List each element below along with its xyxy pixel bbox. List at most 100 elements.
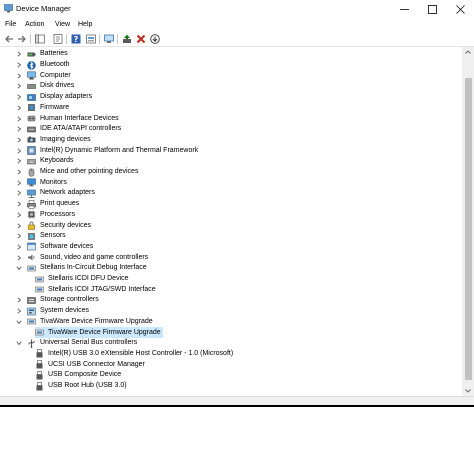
tree-category[interactable]: Storage controllers (15, 295, 101, 306)
tree-category[interactable]: Software devices (15, 242, 95, 253)
install-icon (149, 33, 160, 44)
chevron-right-icon[interactable] (15, 211, 22, 218)
close-button[interactable] (446, 0, 474, 18)
chevron-right-icon[interactable] (15, 62, 22, 69)
chevron-right-icon[interactable] (15, 136, 22, 143)
device-tree[interactable]: Batteries Bluetooth Computer Disk drives Dis… (0, 47, 462, 403)
properties-button[interactable] (52, 33, 63, 44)
tree-category[interactable]: Monitors (15, 177, 69, 188)
chevron-right-icon[interactable] (15, 179, 22, 186)
chevron-right-icon[interactable] (15, 104, 22, 111)
tree-category[interactable]: Computer (15, 70, 73, 81)
show-hide-icon (34, 34, 45, 43)
tree-category[interactable]: Sensors (15, 231, 68, 242)
maximize-icon (427, 4, 437, 14)
chevron-right-icon[interactable] (15, 243, 22, 250)
chevron-right-icon[interactable] (15, 169, 22, 176)
install-button[interactable] (149, 33, 160, 44)
chevron-right-icon[interactable] (15, 201, 22, 208)
chevron-right-icon[interactable] (15, 254, 22, 261)
chevron-right-icon[interactable] (15, 308, 22, 315)
mouse-icon (27, 168, 36, 177)
menu-action[interactable]: Action (25, 20, 44, 30)
sensor-icon (27, 232, 36, 241)
tree-category[interactable]: Sound, video and game controllers (15, 252, 150, 263)
tree-category[interactable]: Security devices (15, 220, 93, 231)
chevron-right-icon[interactable] (15, 51, 22, 58)
chevron-right-icon[interactable] (15, 83, 22, 90)
usb-connector-icon (35, 381, 44, 391)
tree-device[interactable]: Stellaris ICDI JTAG/SWD Interface (35, 284, 158, 295)
vertical-scrollbar[interactable] (462, 47, 474, 396)
maximize-button[interactable] (418, 0, 446, 18)
tree-item-label: Batteries (40, 50, 68, 58)
tree-category[interactable]: Display adapters (15, 92, 94, 103)
uninstall-button[interactable] (135, 33, 146, 44)
scroll-up-button[interactable] (462, 47, 474, 57)
tree-category[interactable]: TivaWare Device Firmware Upgrade (15, 317, 155, 328)
tree-device[interactable]: UCSI USB Connector Manager (35, 359, 147, 370)
tree-device[interactable]: USB Root Hub (USB 3.0) (35, 381, 129, 392)
title-bar[interactable]: Device Manager (0, 0, 474, 18)
properties-icon (53, 33, 62, 44)
menu-file[interactable]: File (5, 20, 16, 30)
tree-category[interactable]: Keyboards (15, 156, 75, 167)
back-button[interactable] (3, 33, 14, 44)
scroll-down-button[interactable] (462, 386, 474, 396)
menu-bar: File Action View Help (0, 19, 474, 31)
processor-icon (27, 210, 36, 219)
minimize-icon (399, 8, 409, 10)
chevron-right-icon[interactable] (15, 126, 22, 133)
help-button[interactable]: ? (70, 33, 81, 44)
tree-category[interactable]: Disk drives (15, 81, 76, 92)
tree-category[interactable]: Processors (15, 210, 77, 221)
scan-hardware-button[interactable] (103, 33, 114, 44)
tree-device[interactable]: USB Composite Device (35, 370, 123, 381)
minimize-button[interactable] (390, 0, 418, 18)
tree-category[interactable]: Stellaris In-Circuit Debug Interface (15, 263, 149, 274)
status-bar (0, 396, 474, 405)
chevron-right-icon[interactable] (15, 158, 22, 165)
chevron-right-icon[interactable] (15, 222, 22, 229)
chevron-right-icon[interactable] (15, 233, 22, 240)
close-icon (455, 4, 465, 14)
menu-view[interactable]: View (55, 20, 70, 30)
show-hide-button[interactable] (34, 33, 45, 44)
keyboard-icon (27, 157, 36, 166)
forward-button[interactable] (16, 33, 27, 44)
tree-category[interactable]: Imaging devices (15, 135, 93, 146)
tree-category[interactable]: Mice and other pointing devices (15, 167, 140, 178)
chevron-right-icon[interactable] (15, 72, 22, 79)
tree-category[interactable]: Universal Serial Bus controllers (15, 338, 139, 349)
tree-category[interactable]: Human Interface Devices (15, 113, 121, 124)
chevron-right-icon[interactable] (15, 190, 22, 197)
scrollbar-thumb[interactable] (465, 78, 472, 380)
tree-category[interactable]: System devices (15, 306, 91, 317)
tree-device[interactable]: Stellaris ICDI DFU Device (35, 274, 131, 285)
tree-category[interactable]: Firmware (15, 103, 71, 114)
tree-item-label: UCSI USB Connector Manager (48, 360, 145, 368)
chevron-right-icon[interactable] (15, 297, 22, 304)
tree-device[interactable]: TivaWare Device Firmware Upgrade (35, 327, 163, 338)
update-driver-button[interactable] (121, 33, 132, 44)
tree-item-label: TivaWare Device Firmware Upgrade (48, 328, 161, 336)
sound-icon (27, 253, 36, 262)
chevron-right-icon[interactable] (15, 94, 22, 101)
tree-item-label: Computer (40, 71, 71, 79)
chevron-down-icon[interactable] (15, 265, 22, 272)
tree-category[interactable]: IDE ATA/ATAPI controllers (15, 124, 123, 135)
chevron-down-icon[interactable] (15, 318, 22, 325)
menu-help[interactable]: Help (78, 20, 92, 30)
chevron-right-icon[interactable] (15, 147, 22, 154)
tree-device[interactable]: Intel(R) USB 3.0 eXtensible Host Control… (35, 349, 235, 360)
monitor-icon (27, 178, 36, 187)
tree-item-label: USB Composite Device (48, 371, 122, 379)
tree-category[interactable]: Batteries (15, 49, 70, 60)
chevron-right-icon[interactable] (15, 115, 22, 122)
tree-category[interactable]: Network adapters (15, 188, 97, 199)
tree-category[interactable]: Print queues (15, 199, 81, 210)
tree-category[interactable]: Intel(R) Dynamic Platform and Thermal Fr… (15, 145, 200, 156)
tree-category[interactable]: Bluetooth (15, 60, 72, 71)
view-button[interactable] (85, 33, 96, 44)
chevron-down-icon[interactable] (15, 340, 22, 347)
